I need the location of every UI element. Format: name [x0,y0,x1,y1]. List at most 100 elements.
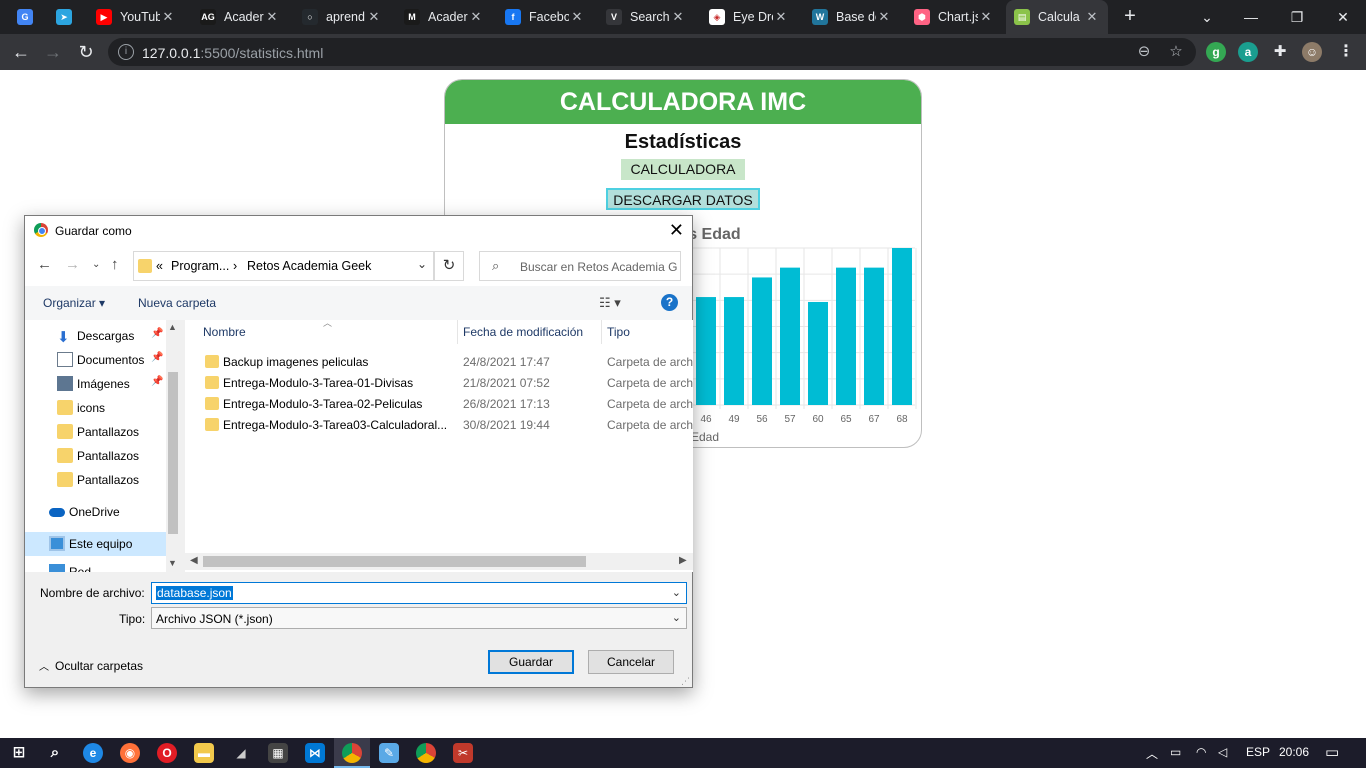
file-row[interactable]: Entrega-Modulo-3-Tarea03-Calculadoral...… [185,414,693,435]
browser-tab[interactable]: V Search ✕ [598,0,694,34]
tab-close-icon[interactable]: ✕ [366,9,382,25]
nav-item[interactable]: Red [25,560,180,572]
search-icon[interactable]: ⌕ [45,743,65,763]
new-folder-button[interactable]: Nueva carpeta [138,296,216,310]
tab-close-icon[interactable]: ✕ [978,9,994,25]
hide-folders-toggle[interactable]: ︿ Ocultar carpetas [39,658,143,673]
battery-icon[interactable]: ▭ [1170,745,1181,759]
new-tab-button[interactable]: + [1118,4,1142,28]
scroll-right-icon[interactable]: ▶ [679,555,687,566]
up-folder-icon[interactable]: ↑ [111,256,119,273]
paint-icon[interactable]: ✎ [379,743,399,763]
filename-input[interactable]: database.json ⌄ [151,582,687,604]
edge-icon[interactable]: e [83,743,103,763]
column-date[interactable]: Fecha de modificación [445,320,601,344]
browser-tab[interactable]: f Facebo ✕ [497,0,593,34]
view-options-icon[interactable]: ☷ ▾ [599,295,621,311]
file-explorer-icon[interactable]: ▬ [194,743,214,763]
tab-close-icon[interactable]: ✕ [876,9,892,25]
filetype-select[interactable]: Archivo JSON (*.json) ⌄ [151,607,687,629]
extensions-puzzle-icon[interactable]: ✚ [1270,42,1290,62]
browser-tab[interactable]: ○ aprend ✕ [294,0,390,34]
tab-search-icon[interactable]: ⌄ [1184,0,1230,34]
nav-item[interactable]: Este equipo [25,532,180,556]
dialog-back-icon[interactable]: ← [37,256,52,273]
nav-item[interactable]: Documentos 📌 [25,348,180,372]
tab-close-icon[interactable]: ✕ [468,9,484,25]
file-row[interactable]: Entrega-Modulo-3-Tarea-01-Divisas 21/8/20… [185,372,693,393]
save-button[interactable]: Guardar [488,650,574,674]
breadcrumb-segment-program[interactable]: Program... [171,259,229,273]
minimize-button[interactable]: — [1228,0,1274,34]
vscode-icon[interactable]: ⋈ [305,743,325,763]
help-icon[interactable]: ? [661,294,678,311]
nav-scroll-thumb[interactable] [168,372,178,534]
file-list-hscrollbar[interactable]: ◀ ▶ [185,553,693,570]
browser-tab[interactable]: ▤ Calcula ✕ [1006,0,1108,34]
notifications-icon[interactable]: ▭ [1325,743,1339,761]
tab-close-icon[interactable]: ✕ [569,9,585,25]
extension-a-icon[interactable]: a [1238,42,1258,62]
nav-item[interactable]: icons [25,396,180,420]
scroll-up-icon[interactable]: ▲ [168,322,177,332]
zoom-icon[interactable]: ⊖ [1134,42,1154,62]
clock[interactable]: 20:06 [1279,745,1309,759]
resize-grip-icon[interactable]: ⋰ [681,676,690,687]
scroll-left-icon[interactable]: ◀ [190,555,198,566]
back-icon[interactable]: ← [9,40,33,64]
browser-tab[interactable]: W Base de✕ [804,0,900,34]
breadcrumb-overflow[interactable]: « [156,259,163,273]
column-name[interactable]: Nombre [185,320,457,344]
browser-tab[interactable]: ▶ YouTub ✕ [88,0,184,34]
wifi-icon[interactable]: ◠ [1196,745,1206,759]
browser-tab[interactable]: ⬢ Chart.js ✕ [906,0,1002,34]
breadcrumb-dropdown-icon[interactable]: ⌄ [417,257,427,271]
browser-tab[interactable]: G [9,0,45,34]
nav-item[interactable]: Pantallazos [25,468,180,492]
nav-item[interactable]: Pantallazos [25,444,180,468]
tab-close-icon[interactable]: ✕ [160,9,176,25]
filename-value[interactable]: database.json [156,586,233,600]
tab-close-icon[interactable]: ✕ [264,9,280,25]
column-type[interactable]: Tipo [589,320,693,344]
dialog-forward-icon[interactable]: → [65,256,80,273]
chrome-icon[interactable] [342,743,362,763]
close-window-button[interactable]: ✕ [1320,0,1366,34]
opera-icon[interactable]: O [157,743,177,763]
recent-locations-icon[interactable]: ⌄ [92,259,100,270]
file-row[interactable]: Entrega-Modulo-3-Tarea-02-Peliculas 26/8/… [185,393,693,414]
hscroll-thumb[interactable] [203,556,586,567]
dialog-breadcrumb[interactable]: « Program... › Retos Academia Geek ⌄ [133,251,434,281]
dialog-refresh-icon[interactable]: ↻ [434,251,464,281]
dialog-search-input[interactable]: ⌕ Buscar en Retos Academia G... [479,251,681,281]
volume-icon[interactable]: ◁ [1218,745,1227,759]
nav-item[interactable]: OneDrive [25,500,180,524]
tab-close-icon[interactable]: ✕ [670,9,686,25]
scroll-down-icon[interactable]: ▼ [168,558,177,568]
grammarly-extension-icon[interactable]: g [1206,42,1226,62]
sound-app-icon[interactable]: ◢ [231,743,251,763]
bookmark-star-icon[interactable]: ☆ [1166,42,1186,62]
nav-item[interactable]: ⬇ Descargas 📌 [25,324,180,348]
profile-avatar[interactable]: ☺ [1302,42,1322,62]
filetype-dropdown-icon[interactable]: ⌄ [672,611,681,624]
calculator-icon[interactable]: ▦ [268,743,288,763]
menu-kebab-icon[interactable]: ⋮ [1336,42,1356,62]
organize-button[interactable]: Organizar ▾ [43,296,105,310]
nav-item[interactable]: Pantallazos [25,420,180,444]
snip-tool-icon[interactable]: ✂ [453,743,473,763]
tray-chevron-icon[interactable]: ︿ [1146,745,1158,762]
nav-scrollbar[interactable]: ▲ ▼ [166,320,180,572]
breadcrumb-segment-retos[interactable]: Retos Academia Geek [247,259,371,273]
browser-tab[interactable]: ➤ [48,0,84,34]
address-bar[interactable]: i 127.0.0.1:5500/statistics.html ⊖ ☆ [108,38,1196,66]
restore-button[interactable]: ❐ [1274,0,1320,34]
nav-item[interactable]: Imágenes 📌 [25,372,180,396]
browser-tab[interactable]: ◈ Eye Dro✕ [701,0,797,34]
tab-close-icon[interactable]: ✕ [773,9,789,25]
firefox-icon[interactable]: ◉ [120,743,140,763]
site-info-icon[interactable]: i [118,44,134,60]
filename-dropdown-icon[interactable]: ⌄ [672,586,681,599]
browser-tab[interactable]: M Acader ✕ [396,0,492,34]
forward-icon[interactable]: → [41,40,65,64]
